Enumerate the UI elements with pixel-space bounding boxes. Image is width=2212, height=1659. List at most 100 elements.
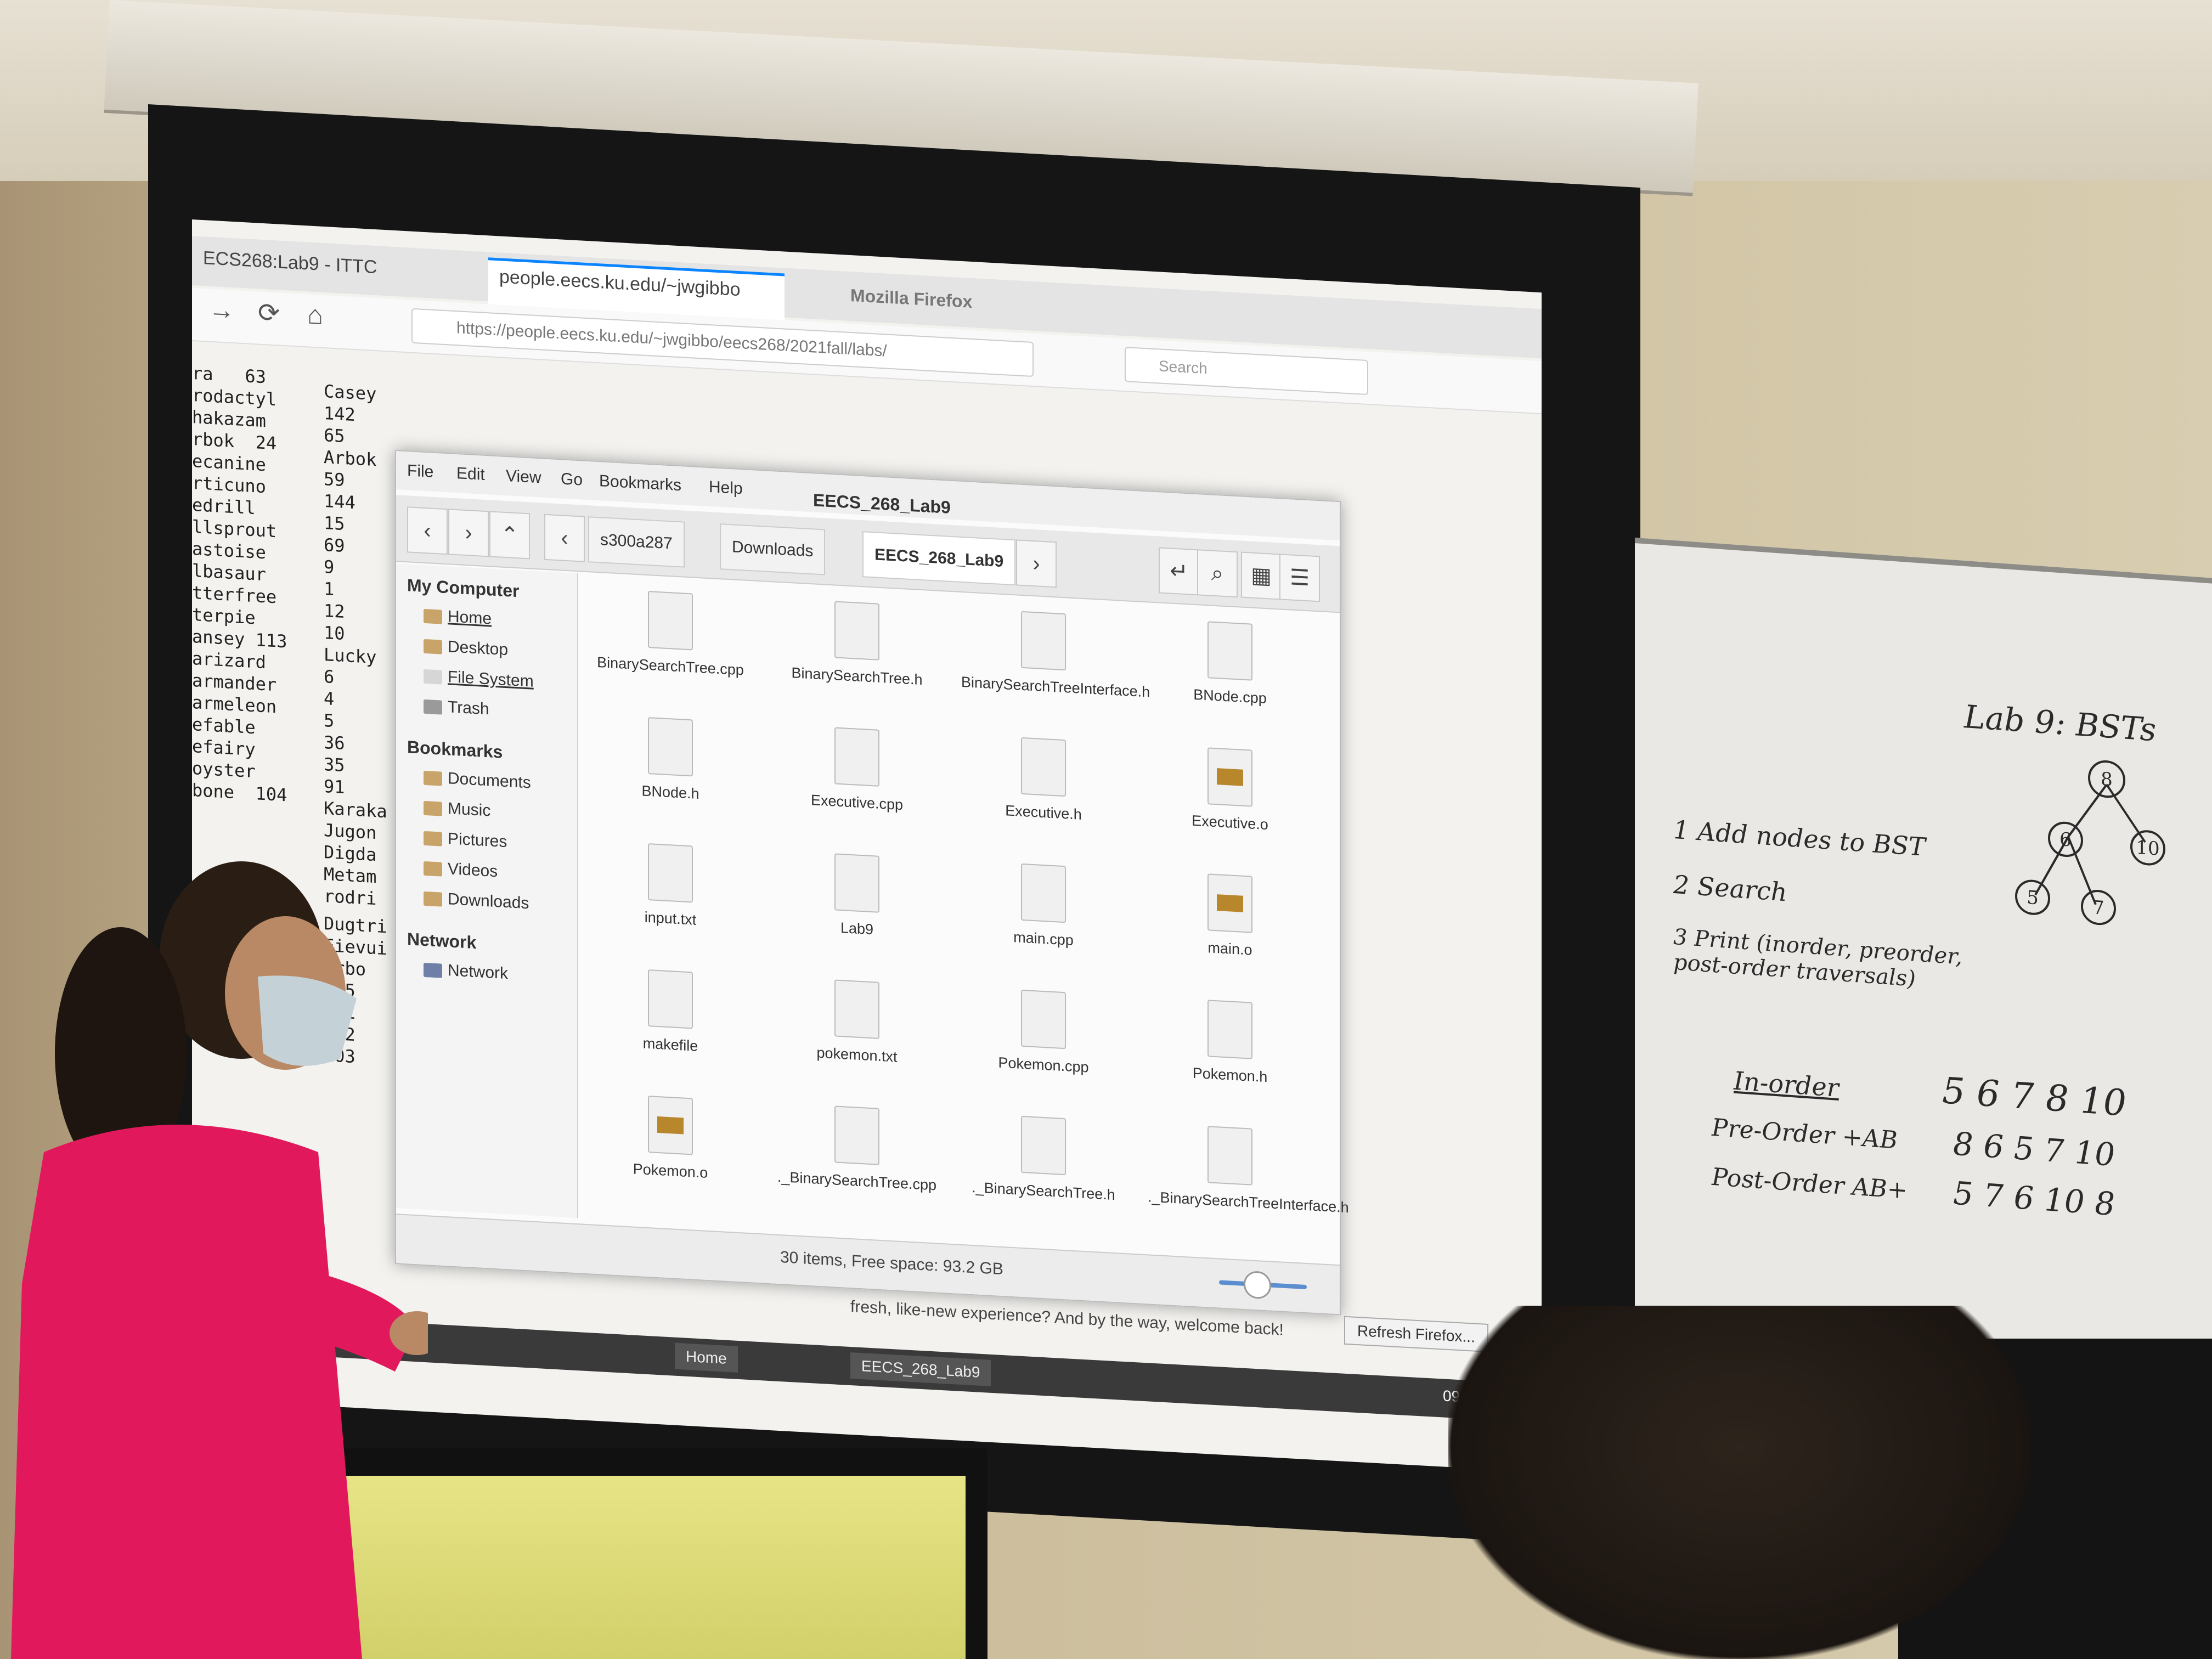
sidebar-item-label: Network (448, 961, 509, 983)
file-item[interactable]: Executive.h (961, 734, 1126, 826)
inorder-label: In-order (1734, 1065, 1839, 1103)
breadcrumb-right-icon[interactable]: › (1016, 539, 1057, 588)
file-item[interactable]: pokemon.txt (775, 977, 939, 1069)
toggle-location-icon[interactable]: ↵ (1159, 547, 1199, 596)
presenter (11, 861, 428, 1659)
back-arrow-icon[interactable]: ‹ (407, 506, 448, 555)
sidebar-item-label: File System (448, 668, 534, 691)
preorder-value: 8 6 5 7 10 (1953, 1125, 2115, 1174)
forward-arrow-icon[interactable]: → (208, 295, 235, 326)
file-name: main.cpp (1013, 929, 1074, 949)
file-item[interactable]: Pokemon.cpp (961, 986, 1126, 1079)
icon-view-icon[interactable]: ▦ (1241, 551, 1282, 600)
home-icon[interactable]: ⌂ (307, 300, 323, 331)
file-item[interactable]: Executive.cpp (775, 724, 939, 816)
document-icon (1021, 1115, 1066, 1176)
postorder-value: 5 7 6 10 8 (1953, 1174, 2115, 1223)
breadcrumb-downloads[interactable]: Downloads (720, 523, 826, 575)
taskbar-item-home[interactable]: Home (675, 1342, 738, 1373)
document-icon (1207, 621, 1252, 681)
file-name: ._BinarySearchTree.cpp (777, 1168, 937, 1194)
folder-icon (424, 608, 442, 624)
file-manager-window: File Edit View Go Bookmarks Help EECS_26… (395, 450, 1349, 1316)
sidebar-item-label: Desktop (448, 637, 509, 659)
file-item[interactable]: Lab9 (775, 850, 939, 943)
menu-go[interactable]: Go (561, 470, 583, 489)
document-icon (1021, 611, 1066, 671)
inorder-value: 5 6 7 8 10 (1942, 1069, 2126, 1125)
bst-node-5: 5 (2027, 887, 2039, 909)
file-name: Executive.cpp (810, 792, 904, 814)
bst-node-8: 8 (2101, 768, 2113, 791)
file-item[interactable]: BinarySearchTree.h (775, 598, 939, 690)
file-name: BinarySearchTreeInterface.h (961, 673, 1150, 701)
up-chevron-icon[interactable]: ⌃ (489, 511, 530, 560)
sidebar-item-trash[interactable]: Trash (424, 697, 489, 719)
file-item[interactable]: Pokemon.h (1148, 996, 1312, 1088)
file-item[interactable]: main.o (1148, 870, 1312, 962)
file-name: ._BinarySearchTree.h (972, 1178, 1115, 1204)
file-name: Pokemon.o (633, 1160, 708, 1181)
document-icon (1207, 1126, 1252, 1186)
page-column-left: ra 63 rodactyl hakazam rbok 24 ecanine r… (192, 362, 287, 806)
document-icon (648, 969, 693, 1029)
file-item[interactable]: ._BinarySearchTree.cpp (775, 1103, 939, 1195)
file-item[interactable]: main.cpp (961, 860, 1126, 952)
document-icon (834, 979, 879, 1039)
bst-node-6: 6 (2059, 828, 2072, 851)
file-name: pokemon.txt (816, 1044, 898, 1065)
file-item[interactable]: input.txt (588, 840, 753, 932)
file-name: Lab9 (840, 919, 874, 938)
menu-file[interactable]: File (407, 461, 433, 482)
viewer-head (1448, 1306, 2030, 1659)
sidebar-item-label: Pictures (448, 830, 507, 851)
whiteboard-step-3: 3 Print (inorder, preorder, post-order t… (1673, 924, 1962, 992)
file-name: main.o (1207, 939, 1252, 958)
bst-diagram: 8 6 10 5 7 (2015, 760, 2165, 926)
document-icon (648, 591, 693, 651)
menu-view[interactable]: View (506, 467, 541, 487)
list-view-icon[interactable]: ☰ (1279, 554, 1320, 602)
file-item[interactable]: BNode.h (588, 714, 753, 806)
object-file-icon (1207, 873, 1252, 933)
page-text-left: ra 63 rodactyl hakazam rbok 24 ecanine r… (192, 363, 287, 806)
document-icon (1021, 737, 1066, 797)
breadcrumb-left-icon[interactable]: ‹ (544, 514, 585, 562)
page-column-mid: Casey 142 65 Arbok 59 144 15 69 9 1 12 1… (324, 380, 387, 910)
document-icon (834, 853, 879, 913)
file-item[interactable]: ._BinarySearchTreeInterface.h (1148, 1122, 1349, 1216)
menu-help[interactable]: Help (709, 478, 743, 498)
whiteboard: Lab 9: BSTs 1 Add nodes to BST 2 Search … (1635, 538, 2212, 1396)
forward-chevron-icon[interactable]: › (448, 509, 489, 557)
file-name: Executive.o (1192, 812, 1268, 833)
file-item[interactable]: makefile (588, 966, 753, 1058)
document-icon (1207, 1000, 1252, 1059)
search-icon[interactable]: ⌕ (1197, 549, 1238, 598)
file-item[interactable]: BNode.cpp (1148, 618, 1312, 710)
file-item[interactable]: ._BinarySearchTree.h (961, 1113, 1126, 1205)
menu-edit[interactable]: Edit (456, 464, 485, 484)
sidebar-item-home[interactable]: Home (424, 606, 492, 629)
postorder-label: Post-Order AB+ (1712, 1163, 1908, 1205)
file-item[interactable]: Pokemon.o (588, 1092, 753, 1184)
sidebar-item-label: Music (448, 799, 491, 820)
sidebar-item-label: Home (448, 607, 492, 628)
reload-icon[interactable]: ⟳ (258, 297, 280, 329)
sidebar-item-videos[interactable]: Videos (424, 859, 498, 881)
breadcrumb-current[interactable]: EECS_268_Lab9 (862, 531, 1016, 586)
file-name: BinarySearchTree.cpp (597, 653, 744, 679)
file-item[interactable]: BinarySearchTree.cpp (588, 588, 753, 680)
sidebar-item-music[interactable]: Music (424, 798, 490, 821)
preorder-label: Pre-Order +AB (1712, 1113, 1898, 1155)
bst-node-7: 7 (2092, 896, 2104, 919)
file-item[interactable]: BinarySearchTreeInterface.h (961, 608, 1150, 701)
breadcrumb-home-folder[interactable]: s300a287 (588, 516, 685, 568)
document-icon (648, 717, 693, 777)
folder-icon (424, 800, 442, 816)
document-icon (834, 1105, 879, 1165)
file-name: input.txt (644, 909, 697, 928)
bst-node-10: 10 (2136, 837, 2159, 860)
file-name: ._BinarySearchTreeInterface.h (1148, 1188, 1349, 1216)
whiteboard-step-2: 2 Search (1673, 869, 1787, 907)
file-item[interactable]: Executive.o (1148, 744, 1312, 836)
